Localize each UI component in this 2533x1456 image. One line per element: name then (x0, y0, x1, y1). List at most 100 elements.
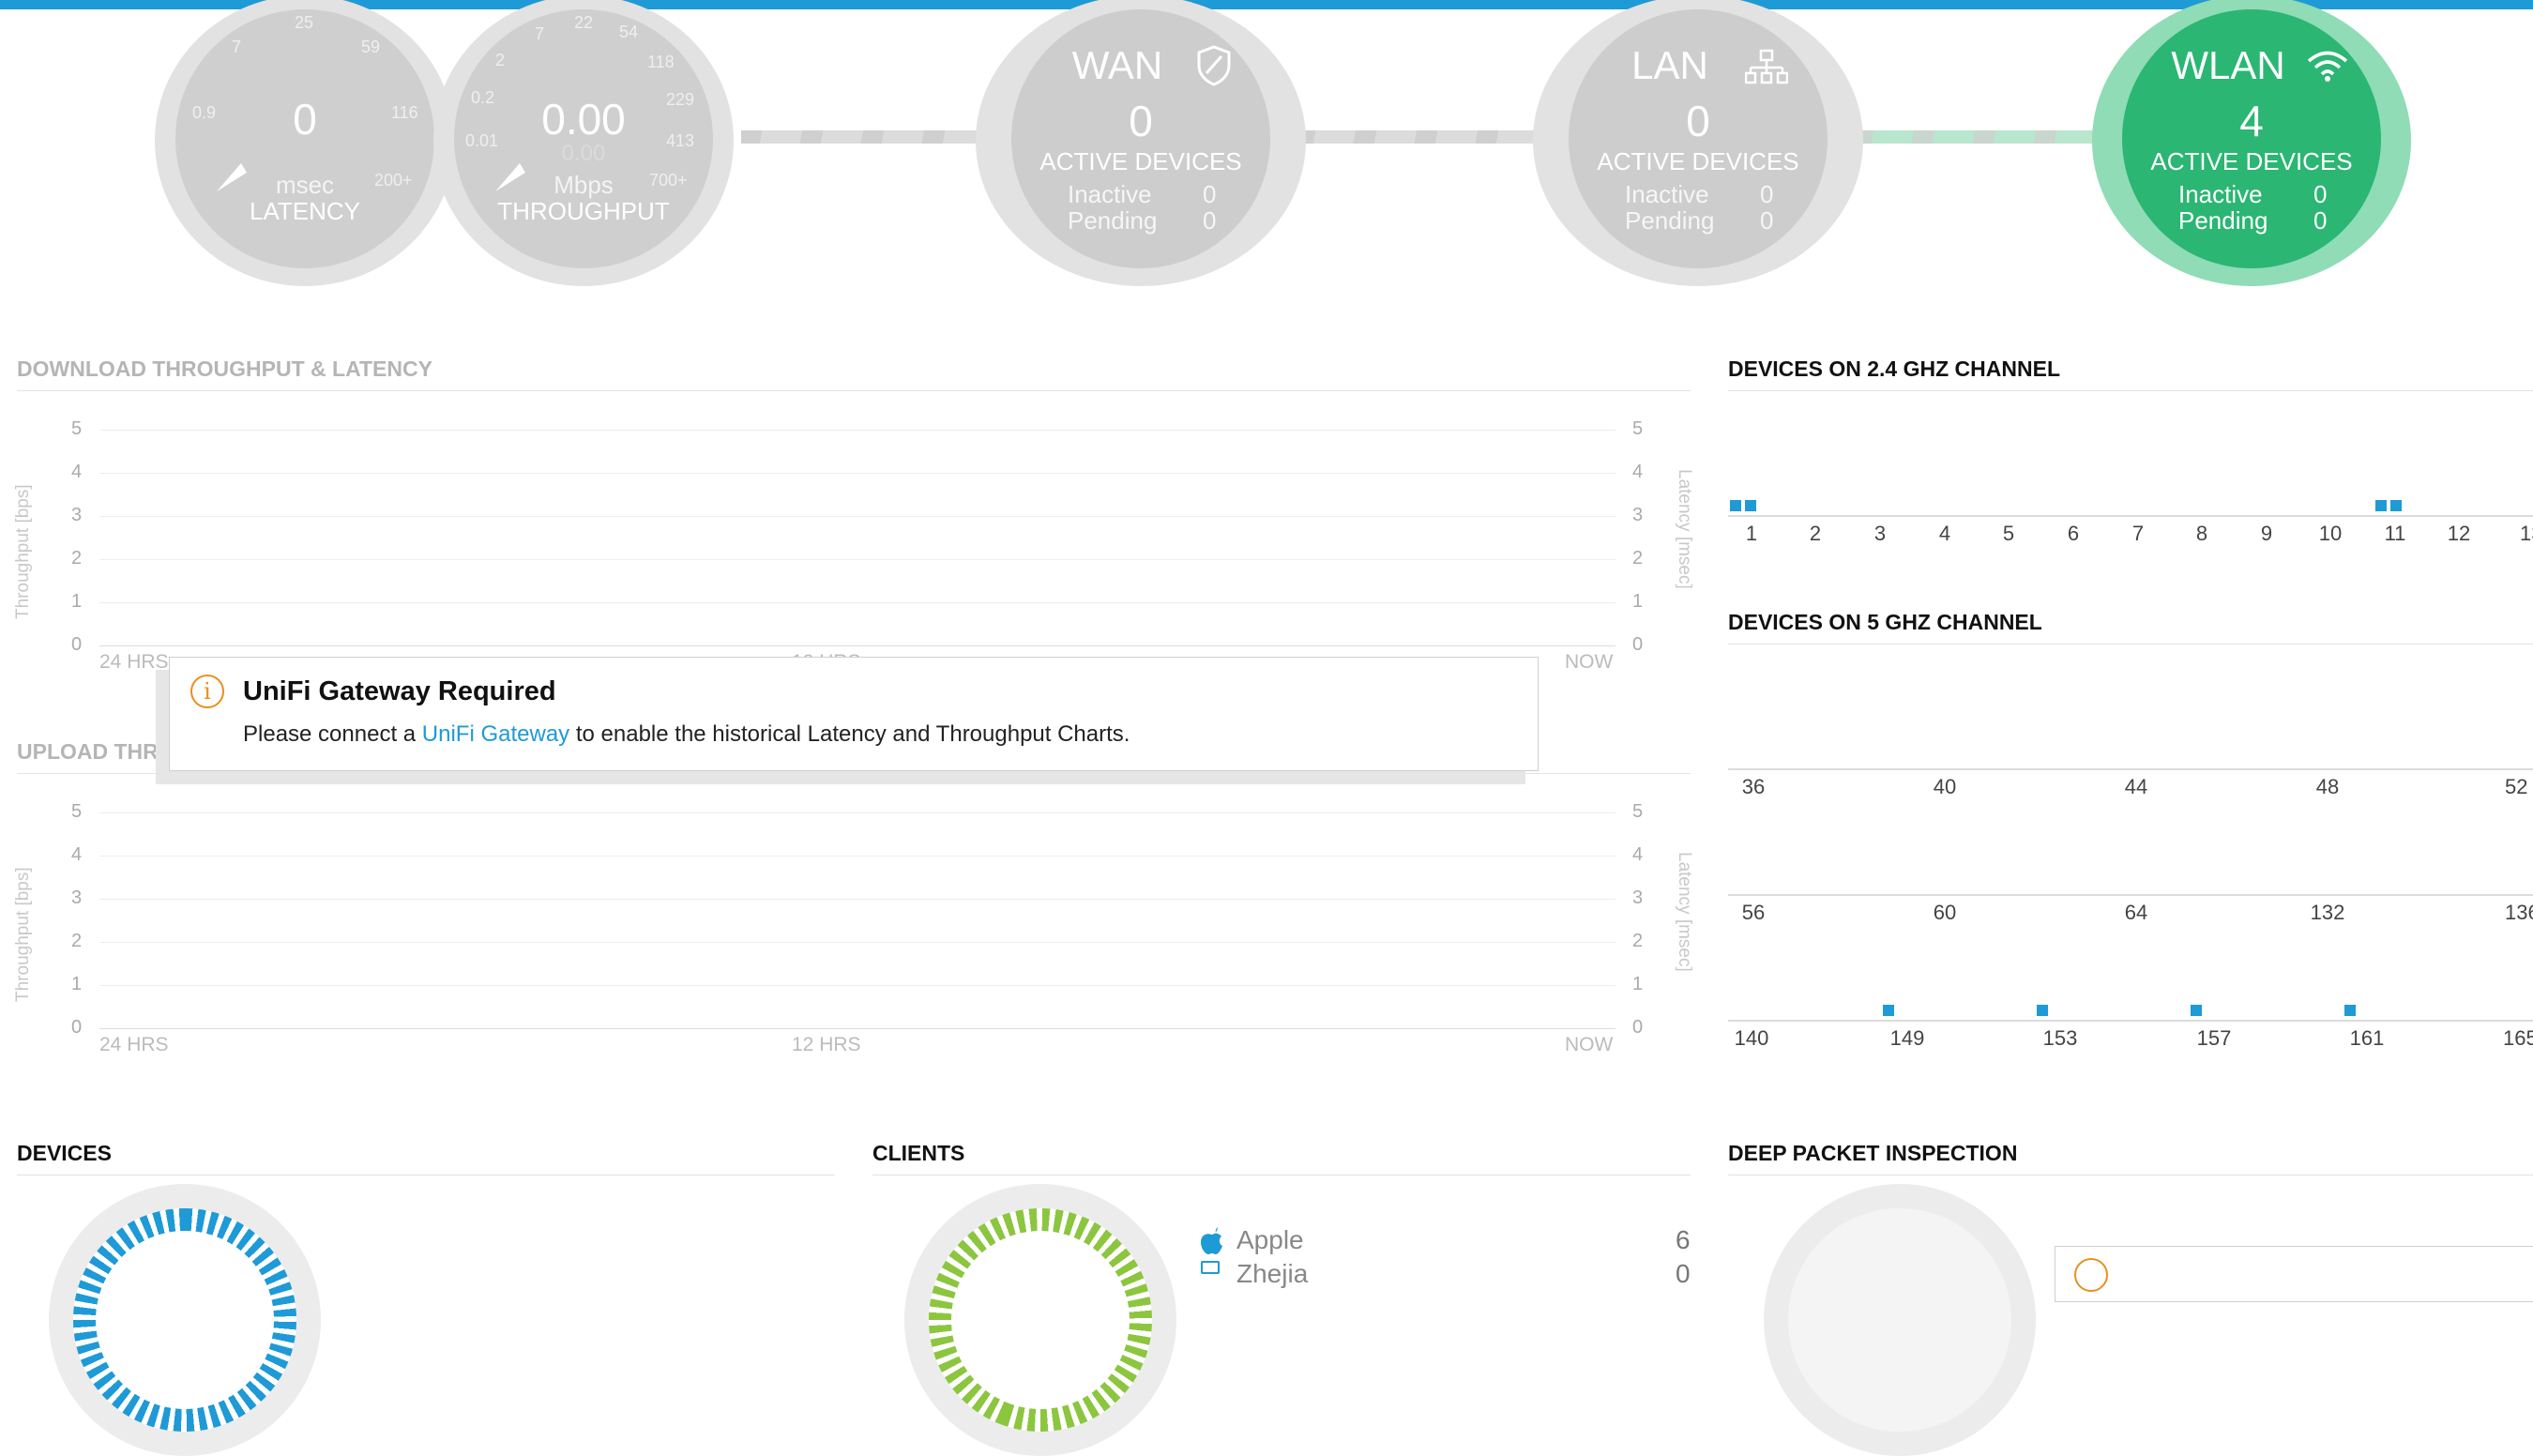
channel-label: 2 (1809, 522, 1822, 545)
wlan-active-label: ACTIVE DEVICES (2150, 147, 2353, 175)
wan-pending-label: Pending (1068, 206, 1158, 235)
wlan-pending-value: 0 (2313, 206, 2328, 235)
x-tick: 12 HRS (792, 1034, 861, 1055)
gridline (99, 985, 1615, 986)
gauge-needle-icon (495, 163, 525, 191)
dpi-donut-center (1788, 1208, 2011, 1432)
x-tick: 24 HRS (99, 651, 169, 673)
channel-label: 140 (1734, 1026, 1769, 1050)
channel-label: 8 (2195, 522, 2208, 545)
wlan-node[interactable]: WLAN 4 ACTIVE DEVICES Inactive 0 Pending… (2092, 0, 2411, 286)
dpi-donut[interactable] (1764, 1184, 2036, 1456)
gauge-tick: 118 (647, 53, 675, 71)
channel-label: 40 (1933, 775, 1957, 798)
latency-gauge[interactable]: 0.9 7 25 59 116 200+ 0 msec LATENCY (155, 0, 455, 286)
device-marker (2191, 1005, 2202, 1016)
network-icon (1745, 49, 1788, 84)
wan-active-label: ACTIVE DEVICES (1039, 147, 1242, 175)
wan-node[interactable]: WAN 0 ACTIVE DEVICES Inactive 0 Pending … (976, 0, 1306, 286)
y-tick-right: 1 (1632, 591, 1644, 612)
y-tick-right: 3 (1632, 505, 1644, 525)
download-chart-title: DOWNLOAD THROUGHPUT & LATENCY (17, 356, 432, 381)
shield-icon (1197, 45, 1231, 86)
y-tick-right: 2 (1632, 931, 1644, 951)
y-tick-right: 4 (1632, 462, 1644, 482)
y-tick: 0 (71, 1017, 83, 1038)
x-tick: NOW (1565, 1034, 1614, 1055)
wlan-inactive-label: Inactive (2178, 180, 2263, 208)
channel-label: 5 (2002, 522, 2015, 545)
channel-label: 157 (2196, 1026, 2232, 1050)
upload-chart-title: UPLOAD THRO (17, 739, 175, 764)
channel-axis (1728, 515, 2533, 517)
wlan-link (1853, 130, 2116, 144)
channel-label: 136 (2505, 901, 2533, 924)
y-tick-right: 4 (1632, 844, 1644, 865)
y-tick: 4 (71, 844, 83, 865)
devices-title: DEVICES (17, 1141, 112, 1165)
gauge-tick: 59 (361, 38, 381, 56)
lan-node[interactable]: LAN 0 ACTIVE DEVICES Inactive 0 Pending … (1533, 0, 1863, 286)
y-tick-right: 0 (1632, 634, 1644, 655)
channel-label: 11 (2384, 522, 2406, 545)
gridline (99, 645, 1615, 646)
gauge-tick: 7 (232, 38, 242, 56)
gridline (99, 812, 1615, 813)
lan-pending-label: Pending (1625, 206, 1715, 235)
y-tick: 3 (71, 505, 83, 525)
channel-label: 6 (2067, 522, 2080, 545)
channel-label: 3 (1873, 522, 1887, 545)
throughput-label: THROUGHPUT (497, 197, 670, 225)
gauge-tick: 7 (535, 24, 545, 43)
ch24-title: DEVICES ON 2.4 GHZ CHANNEL (1728, 356, 2060, 381)
channel-label: 165 (2503, 1026, 2533, 1050)
legend-zhejia-value: 0 (1676, 1259, 1691, 1288)
channel-label: 12 (2447, 522, 2471, 545)
legend-apple-label: Apple (1236, 1225, 1304, 1254)
gridline (99, 602, 1615, 603)
upload-ylabel-left: Throughput [bps] (13, 867, 33, 1002)
device-marker (2037, 1005, 2048, 1016)
y-tick-right: 3 (1632, 887, 1644, 908)
channel-label: 13 (2520, 522, 2533, 545)
wan-title: WAN (1071, 43, 1163, 87)
y-tick: 2 (71, 548, 83, 569)
channel-axis (1728, 1020, 2533, 1022)
legend-zhejia-label: Zhejia (1236, 1259, 1309, 1288)
y-tick: 3 (71, 887, 83, 908)
upload-ylabel-right: Latency [msec] (1675, 852, 1694, 972)
notice-text: Please connect a UniFi Gateway to enable… (243, 721, 1130, 748)
info-icon: i (190, 675, 224, 708)
throughput-gauge[interactable]: 0.01 0.2 2 7 22 54 118 229 413 700+ 0.00… (433, 0, 734, 286)
lan-inactive-label: Inactive (1625, 180, 1709, 208)
y-tick-right: 5 (1632, 418, 1644, 439)
device-marker (2344, 1005, 2356, 1016)
channel-label: 10 (2318, 522, 2343, 545)
channel-label: 153 (2042, 1026, 2078, 1050)
gauge-tick: 22 (574, 13, 594, 32)
lan-active-label: ACTIVE DEVICES (1597, 147, 1799, 175)
wifi-icon (2307, 51, 2348, 82)
gauge-needle-icon (217, 163, 247, 191)
y-tick: 0 (71, 634, 83, 655)
channel-axis (1728, 894, 2533, 896)
gauge-tick: 25 (295, 13, 314, 32)
lan-link (1295, 130, 1548, 144)
clients-title: CLIENTS (872, 1141, 965, 1165)
throughput-value: 0.00 (541, 95, 626, 144)
unifi-gateway-link[interactable]: UniFi Gateway (422, 721, 569, 747)
y-tick: 2 (71, 931, 83, 951)
device-marker (1730, 500, 1741, 511)
wan-link (741, 130, 994, 144)
clients-donut[interactable] (904, 1184, 1176, 1456)
device-marker (2375, 500, 2387, 511)
y-tick: 4 (71, 462, 83, 482)
dpi-title: DEEP PACKET INSPECTION (1728, 1141, 2018, 1165)
gridline (99, 516, 1615, 517)
wlan-inactive-value: 0 (2313, 180, 2328, 208)
notice-text-after: to enable the historical Latency and Thr… (569, 721, 1130, 747)
devices-donut[interactable] (49, 1184, 321, 1456)
y-tick-right: 1 (1632, 974, 1644, 994)
dpi-notice (2055, 1246, 2533, 1302)
wlan-count: 4 (2239, 97, 2264, 145)
